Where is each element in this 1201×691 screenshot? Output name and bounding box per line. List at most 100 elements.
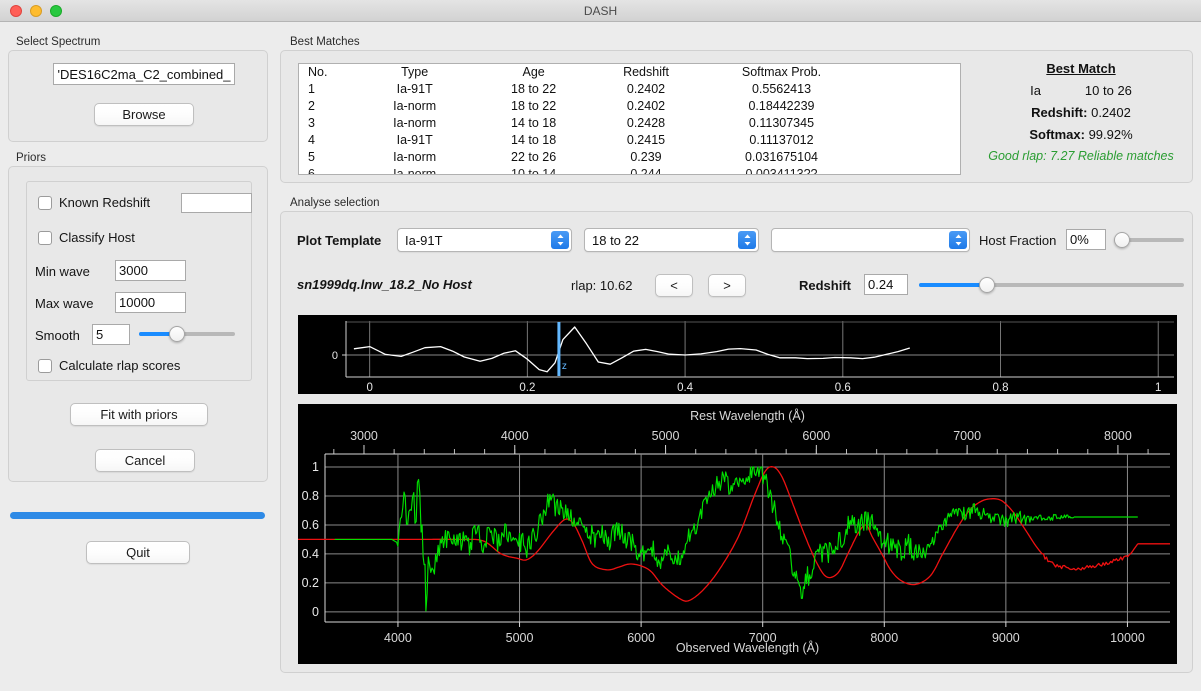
- chevron-updown-icon[interactable]: [551, 231, 569, 249]
- analyse-group-title: Analyse selection: [290, 197, 380, 209]
- cell-age: 18 to 22: [477, 98, 589, 115]
- cell-type: Ia-norm: [352, 98, 478, 115]
- analyse-redshift-input[interactable]: 0.24: [864, 274, 908, 295]
- host-fraction-slider-knob[interactable]: [1114, 232, 1130, 248]
- svg-text:0.6: 0.6: [302, 518, 319, 532]
- cell-age: 14 to 18: [477, 132, 589, 149]
- svg-text:0.4: 0.4: [677, 382, 694, 394]
- host-fraction-slider[interactable]: [1114, 231, 1184, 249]
- best-match-type-age: Ia 10 to 26: [981, 83, 1181, 98]
- svg-text:5000: 5000: [506, 631, 534, 645]
- cell-no: 5: [299, 149, 352, 166]
- smooth-label: Smooth: [35, 328, 80, 343]
- table-row[interactable]: 5Ia-norm22 to 260.2390.031675104: [299, 149, 960, 166]
- cell-age: 10 to 14: [477, 166, 589, 175]
- known-redshift-input[interactable]: [181, 193, 252, 213]
- analyse-selection-group: Plot Template Ia-91T 18 to 22 Host Fract…: [280, 211, 1193, 673]
- best-match-softmax-label: Softmax:: [1029, 127, 1085, 142]
- svg-text:0: 0: [332, 350, 338, 362]
- template-age-value: 18 to 22: [592, 233, 639, 248]
- best-matches-group-title: Best Matches: [290, 36, 360, 48]
- analyse-redshift-slider-knob[interactable]: [979, 277, 995, 293]
- known-redshift-checkbox-row[interactable]: Known Redshift: [38, 195, 150, 210]
- progress-bar: [10, 512, 265, 519]
- host-fraction-input[interactable]: 0%: [1066, 229, 1106, 250]
- max-wave-label: Max wave: [35, 296, 94, 311]
- svg-text:8000: 8000: [870, 631, 898, 645]
- svg-text:4000: 4000: [384, 631, 412, 645]
- table-row[interactable]: 1Ia-91T18 to 220.24020.5562413: [299, 81, 960, 98]
- select-spectrum-group: 'DES16C2ma_C2_combined_ Browse: [8, 50, 268, 142]
- col-header-redshift: Redshift: [590, 64, 702, 81]
- cell-softmax: 0.031675104: [702, 149, 861, 166]
- svg-text:0: 0: [366, 382, 372, 394]
- browse-button[interactable]: Browse: [94, 103, 194, 126]
- table-row[interactable]: 6Ia-norm10 to 140.2440.0034113??: [299, 166, 960, 175]
- table-row[interactable]: 2Ia-norm18 to 220.24020.18442239: [299, 98, 960, 115]
- redshift-crosscorrelation-plot[interactable]: z000.20.40.60.81: [298, 315, 1177, 394]
- title-bar: DASH: [0, 0, 1201, 22]
- cell-z: 0.244: [590, 166, 702, 175]
- plot-template-label: Plot Template: [297, 233, 381, 248]
- cell-no: 3: [299, 115, 352, 132]
- smooth-slider[interactable]: [139, 325, 235, 343]
- calculate-rlap-checkbox[interactable]: [38, 359, 52, 373]
- best-match-rlap-status: Good rlap: 7.27 Reliable matches: [981, 149, 1181, 163]
- min-wave-label: Min wave: [35, 264, 90, 279]
- classify-host-checkbox[interactable]: [38, 231, 52, 245]
- cell-no: 1: [299, 81, 352, 98]
- analyse-redshift-slider-fill: [919, 283, 987, 287]
- classify-host-checkbox-row[interactable]: Classify Host: [38, 230, 135, 245]
- svg-text:1: 1: [312, 460, 319, 474]
- best-match-redshift-value: 0.2402: [1091, 105, 1131, 120]
- svg-text:9000: 9000: [992, 631, 1020, 645]
- calculate-rlap-label: Calculate rlap scores: [59, 358, 180, 373]
- template-age-select[interactable]: 18 to 22: [584, 228, 759, 252]
- template-name-label: sn1999dq.lnw_18.2_No Host: [297, 277, 472, 292]
- max-wave-input[interactable]: 10000: [115, 292, 186, 313]
- known-redshift-checkbox[interactable]: [38, 196, 52, 210]
- table-row[interactable]: 3Ia-norm14 to 180.24280.11307345: [299, 115, 960, 132]
- calculate-rlap-checkbox-row[interactable]: Calculate rlap scores: [38, 358, 180, 373]
- cell-type: Ia-norm: [352, 149, 478, 166]
- cancel-button[interactable]: Cancel: [95, 449, 195, 472]
- min-wave-input[interactable]: 3000: [115, 260, 186, 281]
- table-header-row: No. Type Age Redshift Softmax Prob.: [299, 64, 960, 81]
- spectrum-plot[interactable]: Rest Wavelength (Å)300040005000600070008…: [298, 404, 1177, 664]
- cell-type: Ia-norm: [352, 166, 478, 175]
- cell-type: Ia-norm: [352, 115, 478, 132]
- svg-text:0.4: 0.4: [302, 547, 319, 561]
- template-host-select[interactable]: [771, 228, 970, 252]
- analyse-redshift-label: Redshift: [799, 278, 851, 293]
- previous-template-button[interactable]: <: [655, 274, 693, 297]
- smooth-input[interactable]: 5: [92, 324, 130, 345]
- smooth-slider-knob[interactable]: [169, 326, 185, 342]
- cell-softmax: 0.18442239: [702, 98, 861, 115]
- fit-with-priors-button[interactable]: Fit with priors: [70, 403, 208, 426]
- priors-inner-frame: Known Redshift Classify Host Min wave 30…: [26, 181, 252, 381]
- quit-button[interactable]: Quit: [86, 541, 190, 564]
- col-header-age: Age: [477, 64, 589, 81]
- cell-type: Ia-91T: [352, 132, 478, 149]
- svg-text:z: z: [562, 361, 567, 372]
- cell-no: 2: [299, 98, 352, 115]
- cell-z: 0.2428: [590, 115, 702, 132]
- cell-no: 4: [299, 132, 352, 149]
- chevron-updown-icon[interactable]: [949, 231, 967, 249]
- svg-text:1: 1: [1155, 382, 1161, 394]
- best-matches-table[interactable]: No. Type Age Redshift Softmax Prob. 1Ia-…: [298, 63, 961, 175]
- cell-age: 18 to 22: [477, 81, 589, 98]
- chevron-updown-icon[interactable]: [738, 231, 756, 249]
- template-type-select[interactable]: Ia-91T: [397, 228, 572, 252]
- cell-type: Ia-91T: [352, 81, 478, 98]
- table-row[interactable]: 4Ia-91T14 to 180.24150.11137012: [299, 132, 960, 149]
- col-header-softmax: Softmax Prob.: [702, 64, 861, 81]
- svg-text:10000: 10000: [1110, 631, 1145, 645]
- svg-text:7000: 7000: [953, 429, 981, 443]
- next-template-button[interactable]: >: [708, 274, 746, 297]
- svg-text:0.6: 0.6: [835, 382, 851, 394]
- analyse-redshift-slider[interactable]: [919, 276, 1184, 294]
- svg-text:Observed Wavelength (Å): Observed Wavelength (Å): [676, 640, 819, 655]
- best-match-title: Best Match: [981, 61, 1181, 76]
- spectrum-filename-input[interactable]: 'DES16C2ma_C2_combined_: [53, 63, 235, 85]
